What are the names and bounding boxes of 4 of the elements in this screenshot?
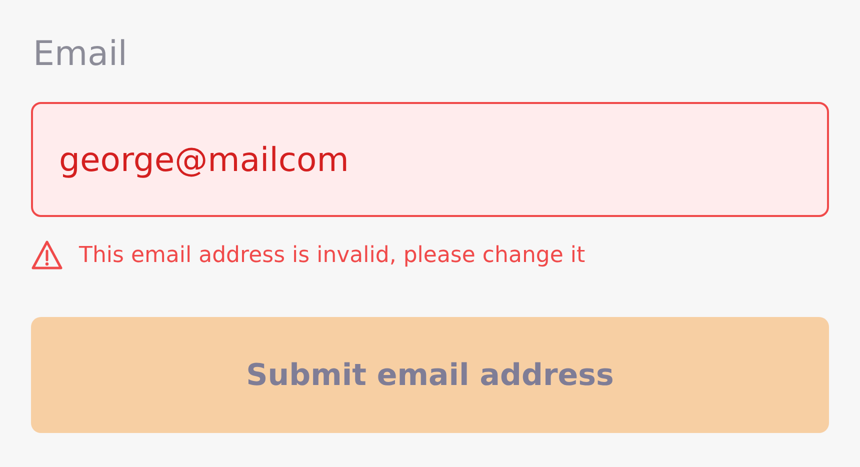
field-label: Email xyxy=(33,34,128,74)
error-message: This email address is invalid, please change it xyxy=(79,242,586,268)
warning-icon xyxy=(31,240,63,270)
email-field[interactable]: george@mailcom xyxy=(31,102,829,217)
